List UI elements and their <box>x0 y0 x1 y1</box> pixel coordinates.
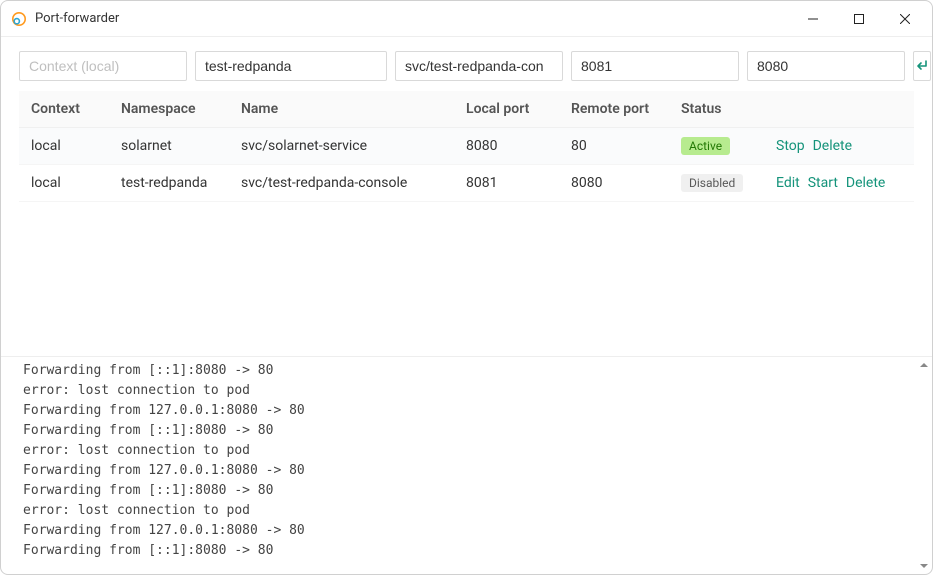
stop-action[interactable]: Stop <box>776 138 805 154</box>
forwards-table: Context Namespace Name Local port Remote… <box>19 91 914 202</box>
cell-namespace: solarnet <box>109 128 229 165</box>
cell-status: Active <box>669 128 764 165</box>
delete-action[interactable]: Delete <box>813 138 852 154</box>
cell-context: local <box>19 128 109 165</box>
submit-button[interactable] <box>913 51 931 81</box>
table-row[interactable]: localtest-redpandasvc/test-redpanda-cons… <box>19 165 914 202</box>
cell-name: svc/solarnet-service <box>229 128 454 165</box>
local-port-input[interactable] <box>571 51 739 81</box>
cell-local-port: 8080 <box>454 128 559 165</box>
edit-action[interactable]: Edit <box>776 175 800 191</box>
log-output[interactable]: Forwarding from [::1]:8080 -> 80 error: … <box>1 357 932 574</box>
header-name[interactable]: Name <box>229 91 454 128</box>
header-status[interactable]: Status <box>669 91 764 128</box>
context-input[interactable] <box>19 51 187 81</box>
delete-action[interactable]: Delete <box>846 175 885 191</box>
cell-local-port: 8081 <box>454 165 559 202</box>
add-forward-form <box>1 37 932 91</box>
log-panel: Forwarding from [::1]:8080 -> 80 error: … <box>1 356 932 574</box>
window-title: Port-forwarder <box>35 11 119 26</box>
close-button[interactable] <box>882 3 928 35</box>
app-icon <box>11 11 27 27</box>
header-namespace[interactable]: Namespace <box>109 91 229 128</box>
cell-name: svc/test-redpanda-console <box>229 165 454 202</box>
cell-namespace: test-redpanda <box>109 165 229 202</box>
enter-icon <box>914 58 930 74</box>
cell-remote-port: 80 <box>559 128 669 165</box>
cell-actions: Stop Delete <box>764 128 914 165</box>
forwards-table-wrap: Context Namespace Name Local port Remote… <box>1 91 932 202</box>
status-badge: Active <box>681 137 730 155</box>
header-actions <box>764 91 914 128</box>
cell-status: Disabled <box>669 165 764 202</box>
app-window: Port-forwarder <box>0 0 933 575</box>
remote-port-input[interactable] <box>747 51 905 81</box>
titlebar: Port-forwarder <box>1 1 932 37</box>
cell-remote-port: 8080 <box>559 165 669 202</box>
status-badge: Disabled <box>681 174 743 192</box>
header-remote-port[interactable]: Remote port <box>559 91 669 128</box>
cell-actions: Edit Start Delete <box>764 165 914 202</box>
start-action[interactable]: Start <box>808 175 838 191</box>
table-row[interactable]: localsolarnetsvc/solarnet-service808080A… <box>19 128 914 165</box>
table-header-row: Context Namespace Name Local port Remote… <box>19 91 914 128</box>
namespace-input[interactable] <box>195 51 387 81</box>
header-local-port[interactable]: Local port <box>454 91 559 128</box>
name-input[interactable] <box>395 51 563 81</box>
minimize-button[interactable] <box>790 3 836 35</box>
cell-context: local <box>19 165 109 202</box>
header-context[interactable]: Context <box>19 91 109 128</box>
maximize-button[interactable] <box>836 3 882 35</box>
